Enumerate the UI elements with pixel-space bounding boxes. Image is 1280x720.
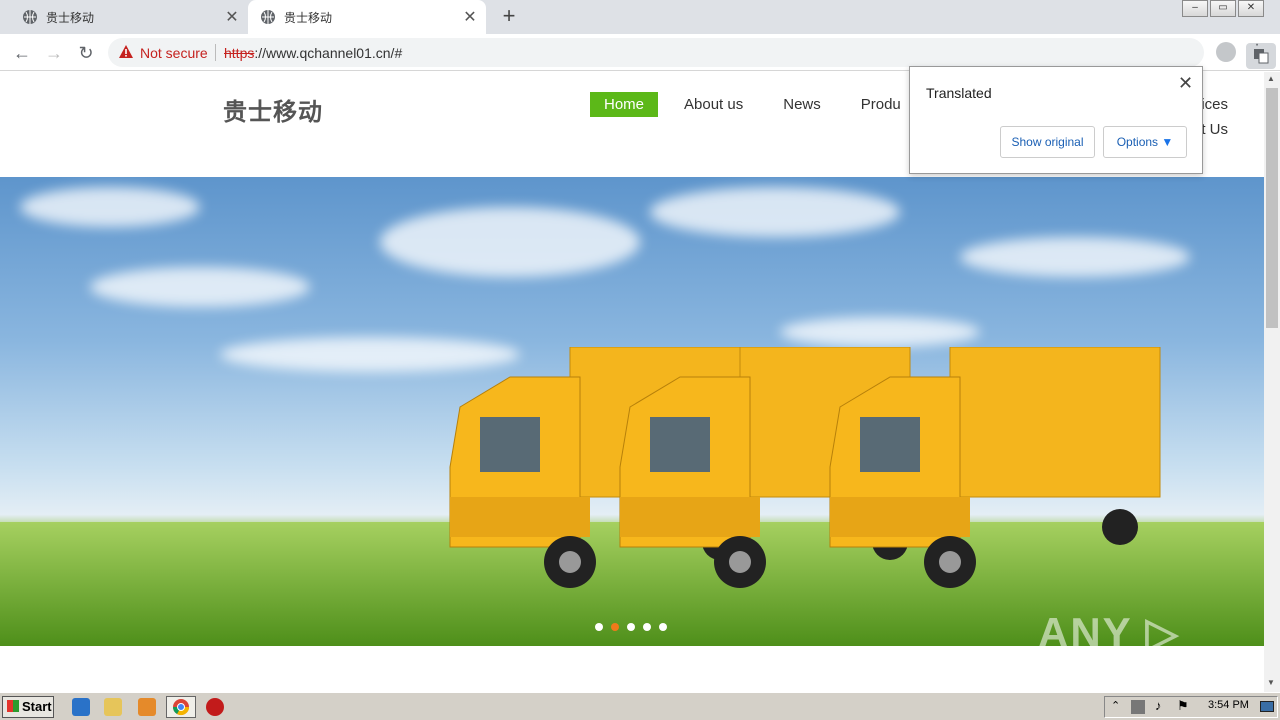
window-controls: – ▭ ✕ bbox=[1180, 0, 1264, 18]
warning-icon bbox=[119, 45, 133, 58]
close-window-button[interactable]: ✕ bbox=[1238, 0, 1264, 17]
show-desktop-icon[interactable] bbox=[1260, 701, 1274, 712]
carousel-dots bbox=[595, 623, 675, 631]
close-icon[interactable]: ✕ bbox=[1178, 73, 1193, 94]
browser-tab-1[interactable]: 贵士移动 ✕ bbox=[10, 0, 248, 34]
nav-item-products[interactable]: Produ bbox=[847, 92, 915, 117]
anyrun-watermark: ANY ▷ RUN bbox=[1038, 609, 1180, 692]
media-player-icon[interactable] bbox=[138, 698, 156, 716]
globe-icon bbox=[23, 10, 37, 24]
reload-icon[interactable]: ↻ bbox=[74, 41, 98, 65]
carousel-dot-5[interactable] bbox=[659, 623, 667, 631]
carousel-dot-1[interactable] bbox=[595, 623, 603, 631]
page-scrollbar[interactable]: ▲ ▼ bbox=[1264, 72, 1280, 692]
url-text[interactable]: https://www.qchannel01.cn/# bbox=[224, 45, 402, 61]
cloud bbox=[20, 187, 200, 227]
carousel-dot-2[interactable] bbox=[611, 623, 619, 631]
profile-avatar-icon[interactable] bbox=[1216, 42, 1236, 62]
os-taskbar: Start ⌃ ♪ ⚑ 3:54 PM bbox=[0, 692, 1280, 720]
trucks-image bbox=[449, 347, 1161, 588]
windows-flag-icon bbox=[7, 700, 19, 712]
site-logo[interactable]: 贵士移动 bbox=[223, 92, 323, 127]
nav-item-home[interactable]: Home bbox=[590, 92, 659, 117]
dropdown-arrow-icon: ▼ bbox=[1161, 135, 1174, 149]
cloud bbox=[380, 207, 640, 277]
translate-bubble: Translated ✕ Show original Options ▼ bbox=[909, 66, 1203, 174]
scroll-thumb[interactable] bbox=[1266, 88, 1278, 328]
options-button[interactable]: Options ▼ bbox=[1103, 126, 1187, 158]
forward-arrow-icon[interactable]: → bbox=[42, 41, 66, 65]
menu-dots-icon[interactable]: · · · bbox=[1252, 37, 1262, 65]
start-button[interactable]: Start bbox=[2, 696, 54, 718]
clock[interactable]: 3:54 PM bbox=[1208, 699, 1249, 711]
cloud bbox=[780, 317, 980, 347]
address-bar[interactable]: Not secure https://www.qchannel01.cn/# ☆ bbox=[108, 38, 1276, 69]
stop-icon[interactable] bbox=[206, 698, 224, 716]
hero-carousel[interactable] bbox=[0, 177, 1264, 646]
nav-item-news[interactable]: News bbox=[769, 92, 835, 117]
divider bbox=[215, 44, 216, 61]
scroll-up-icon[interactable]: ▲ bbox=[1267, 74, 1275, 83]
cloud bbox=[90, 267, 310, 307]
network-icon[interactable] bbox=[1131, 700, 1145, 714]
tab-title: 贵士移动 bbox=[284, 10, 333, 25]
nav-item-about[interactable]: About us bbox=[670, 92, 757, 117]
show-original-button[interactable]: Show original bbox=[1000, 126, 1095, 158]
chrome-taskbar-button[interactable] bbox=[166, 696, 196, 718]
system-tray: ⌃ ♪ ⚑ bbox=[1104, 696, 1278, 718]
internet-explorer-icon[interactable] bbox=[72, 698, 90, 716]
back-arrow-icon[interactable]: ← bbox=[10, 41, 34, 65]
carousel-dot-3[interactable] bbox=[627, 623, 635, 631]
restore-button[interactable]: ▭ bbox=[1210, 0, 1236, 17]
close-tab-icon[interactable]: ✕ bbox=[222, 7, 242, 27]
tab-bar: 贵士移动 ✕ 贵士移动 ✕ + – ▭ ✕ bbox=[0, 0, 1280, 34]
cloud bbox=[960, 237, 1190, 277]
volume-icon[interactable]: ♪ bbox=[1155, 698, 1162, 713]
minimize-button[interactable]: – bbox=[1182, 0, 1208, 17]
tab-title: 贵士移动 bbox=[46, 10, 95, 25]
new-tab-button[interactable]: + bbox=[497, 4, 521, 28]
tray-expand-icon[interactable]: ⌃ bbox=[1111, 699, 1120, 712]
scroll-down-icon[interactable]: ▼ bbox=[1267, 678, 1275, 687]
site-nav: Home About us News Produ bbox=[590, 92, 927, 118]
cloud bbox=[650, 187, 900, 237]
flag-icon[interactable]: ⚑ bbox=[1177, 698, 1189, 714]
not-secure-label[interactable]: Not secure bbox=[140, 45, 208, 61]
close-tab-icon[interactable]: ✕ bbox=[460, 7, 480, 27]
folder-icon[interactable] bbox=[104, 698, 122, 716]
chrome-icon bbox=[172, 699, 190, 716]
browser-tab-2[interactable]: 贵士移动 ✕ bbox=[248, 0, 486, 34]
bubble-title: Translated bbox=[926, 85, 992, 101]
globe-icon bbox=[261, 10, 275, 24]
carousel-dot-4[interactable] bbox=[643, 623, 651, 631]
